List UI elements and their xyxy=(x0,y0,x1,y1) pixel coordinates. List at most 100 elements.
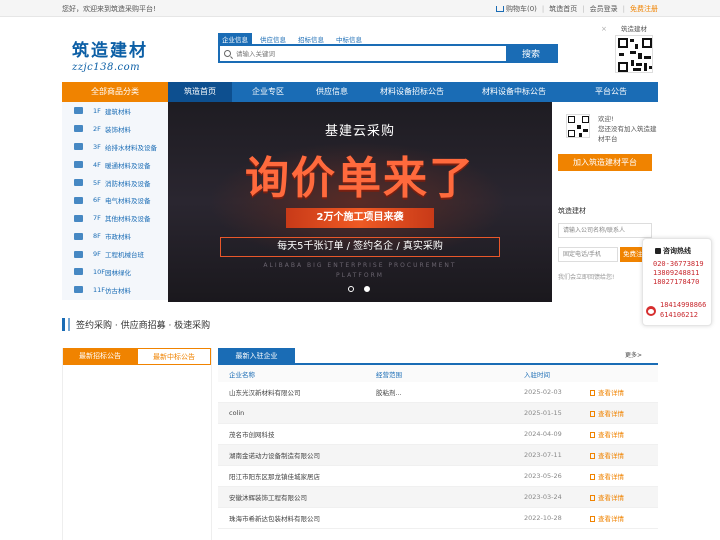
category-item[interactable]: 7F 其他材料及设备 xyxy=(62,209,168,227)
phone-icon xyxy=(655,248,661,254)
top-links: 购物车(0) | 筑造首页 | 会员登录 | 免费注册 xyxy=(496,4,658,14)
login-link[interactable]: 会员登录 xyxy=(590,4,618,14)
hotline-numbers: 020-36773819 13809248811 18027178470 xyxy=(653,260,704,286)
table-row: 珠海市希新达包装材料有限公司 2022-10-28 查看详情 xyxy=(218,508,658,529)
doc-icon xyxy=(590,432,595,438)
register-link[interactable]: 免费注册 xyxy=(630,4,658,14)
category-item[interactable]: 9F 工程机械台班 xyxy=(62,245,168,263)
view-details-link[interactable]: 查看详情 xyxy=(590,387,650,397)
company-name[interactable]: 阳江市阳东区那龙镇佳城家居店 xyxy=(218,471,376,481)
category-item[interactable]: 1F 建筑材料 xyxy=(62,102,168,120)
view-details-link[interactable]: 查看详情 xyxy=(590,450,650,460)
category-item[interactable]: 3F 给排水材料及设备 xyxy=(62,138,168,156)
panel-brand: 筑造建材 xyxy=(558,207,586,215)
company-name[interactable]: 珠海市希新达包装材料有限公司 xyxy=(218,513,376,523)
tab-new-enterprises[interactable]: 最新入驻企业 xyxy=(218,348,295,365)
site-logo[interactable]: 筑造建材 zzjc138.com xyxy=(72,36,162,73)
search-input[interactable] xyxy=(220,46,506,61)
search-icon xyxy=(224,50,231,57)
category-icon xyxy=(74,214,83,222)
hotline-title: 咨询热线 xyxy=(655,246,691,256)
tab-latest-award[interactable]: 最新中标公告 xyxy=(136,348,211,364)
doc-icon xyxy=(590,411,595,417)
section-heading: 签约采购 · 供应商招募 · 极速采购 xyxy=(62,317,210,331)
table-row: 山东光汉新材料有限公司 胶粘剂... 2025-02-03 查看详情 xyxy=(218,382,658,403)
hotline-mobile: 18414998866 614106212 xyxy=(660,301,707,319)
search-button[interactable]: 搜索 xyxy=(506,46,556,61)
logo-en: zzjc138.com xyxy=(72,62,141,73)
category-icon xyxy=(74,143,83,151)
table-row: 湖南金诺动力设备制造有限公司 2023-07-11 查看详情 xyxy=(218,445,658,466)
company-name[interactable]: 湖南金诺动力设备制造有限公司 xyxy=(218,450,376,460)
nav-platform-notice[interactable]: 平台公告 xyxy=(564,82,658,102)
company-input[interactable]: 请输入公司名称/联系人 xyxy=(558,223,652,238)
top-bar: 您好，欢迎来到筑造采购平台! 购物车(0) | 筑造首页 | 会员登录 | 免费注册 xyxy=(0,0,720,17)
category-icon xyxy=(74,125,83,133)
search-area: 企业信息 供应信息 招标信息 中标信息 搜索 xyxy=(218,33,558,63)
carousel-dot[interactable] xyxy=(348,286,354,292)
cart-icon xyxy=(496,6,504,12)
panel-tip: 我们会立即回馈给您! xyxy=(558,274,615,281)
banner-slogan: 每天5千张订单 / 签约名企 / 真实采购 xyxy=(220,237,500,257)
company-name[interactable]: 安徽沐辉装饰工程有限公司 xyxy=(218,492,376,502)
company-name[interactable]: colin xyxy=(218,409,376,417)
view-details-link[interactable]: 查看详情 xyxy=(590,429,650,439)
search-tab-supply[interactable]: 供应信息 xyxy=(256,33,290,44)
hero-banner[interactable]: 基建云采购 询价单来了 2万个施工项目来袭 每天5千张订单 / 签约名企 / 真… xyxy=(168,102,552,302)
more-link[interactable]: 更多> xyxy=(625,350,642,359)
welcome-message: 欢迎! 您还没有加入筑造建材平台 xyxy=(598,115,657,143)
qr-label: 筑造建材 xyxy=(621,25,647,33)
search-tab-enterprise[interactable]: 企业信息 xyxy=(218,33,252,44)
table-row: colin 2025-01-15 查看详情 xyxy=(218,403,658,424)
category-icon xyxy=(74,268,83,276)
category-item[interactable]: 4F 暖通材料及设备 xyxy=(62,156,168,174)
carousel-dots xyxy=(348,286,370,292)
carousel-dot-active[interactable] xyxy=(364,286,370,292)
company-name[interactable]: 山东光汉新材料有限公司 xyxy=(218,387,376,397)
tab-latest-bid[interactable]: 最新招标公告 xyxy=(63,348,137,364)
category-item[interactable]: 5F 消防材料及设备 xyxy=(62,174,168,192)
banner-subtitle: 基建云采购 xyxy=(324,124,395,139)
category-item[interactable]: 6F 电气材料及设备 xyxy=(62,191,168,209)
qq-icon[interactable] xyxy=(646,306,656,316)
category-icon xyxy=(74,286,83,294)
nav-supply[interactable]: 供应信息 xyxy=(304,82,360,102)
doc-icon xyxy=(590,453,595,459)
category-icon xyxy=(74,196,83,204)
category-item[interactable]: 11F 仿古材料 xyxy=(62,281,168,299)
category-item[interactable]: 8F 市政材料 xyxy=(62,227,168,245)
search-tab-awarded[interactable]: 中标信息 xyxy=(332,33,366,44)
banner-headline: 询价单来了 xyxy=(245,153,475,204)
section-title: 签约采购 · 供应商招募 · 极速采购 xyxy=(76,320,211,331)
home-link[interactable]: 筑造首页 xyxy=(549,4,577,14)
doc-icon xyxy=(590,495,595,501)
nav-enterprise[interactable]: 企业专区 xyxy=(232,82,304,102)
category-item[interactable]: 2F 装饰材料 xyxy=(62,120,168,138)
nav-home[interactable]: 筑造首页 xyxy=(168,82,232,102)
category-icon xyxy=(74,250,83,258)
category-item[interactable]: 10F 园林绿化 xyxy=(62,263,168,281)
view-details-link[interactable]: 查看详情 xyxy=(590,492,650,502)
phone-input[interactable]: 固定电话/手机 xyxy=(558,247,618,262)
nav-award-notice[interactable]: 材料设备中标公告 xyxy=(464,82,564,102)
new-enterprises-panel: 最新入驻企业 更多> 企业名称 经营范围 入驻时间 山东光汉新材料有限公司 胶粘剂… xyxy=(218,348,658,540)
banner-english: ALIBABA BIG ENTERPRISE PROCUREMENT xyxy=(263,262,457,269)
close-icon[interactable]: × xyxy=(601,25,607,33)
join-platform-button[interactable]: 加入筑造建材平台 xyxy=(558,154,652,171)
all-categories-button[interactable]: 全部商品分类 xyxy=(62,82,168,102)
search-box: 搜索 xyxy=(218,44,558,63)
qr-code-top: × 筑造建材 xyxy=(601,23,655,73)
search-tabs: 企业信息 供应信息 招标信息 中标信息 xyxy=(218,33,558,44)
category-list: 1F 建筑材料 2F 装饰材料 3F 给排水材料及设备 4F 暖通材料及设备 5F 消防材… xyxy=(62,102,168,300)
cart-link[interactable]: 购物车(0) xyxy=(496,4,537,14)
view-details-link[interactable]: 查看详情 xyxy=(590,471,650,481)
nav-bid-notice[interactable]: 材料设备招标公告 xyxy=(360,82,464,102)
table-row: 阳江市阳东区那龙镇佳城家居店 2023-05-26 查看详情 xyxy=(218,466,658,487)
company-name[interactable]: 茂名市创网科技 xyxy=(218,429,376,439)
banner-english-2: PLATFORM xyxy=(336,272,384,279)
table-row: 茂名市创网科技 2024-04-09 查看详情 xyxy=(218,424,658,445)
category-icon xyxy=(74,232,83,240)
search-tab-bidding[interactable]: 招标信息 xyxy=(294,33,328,44)
view-details-link[interactable]: 查看详情 xyxy=(590,513,650,523)
view-details-link[interactable]: 查看详情 xyxy=(590,408,650,418)
